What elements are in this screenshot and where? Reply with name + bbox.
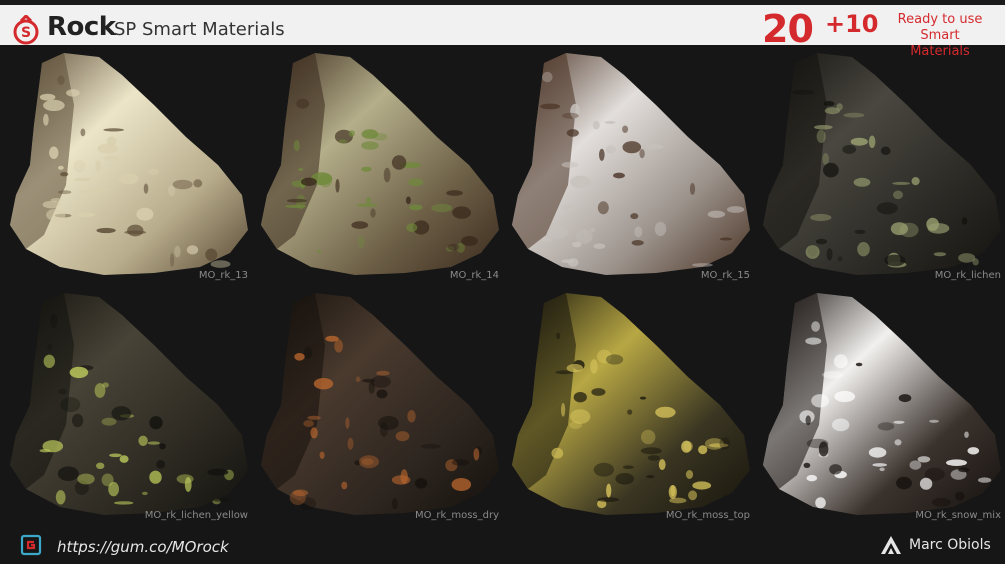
material-label: MO_rk_lichen_yellow — [144, 510, 248, 521]
material-label: MO_rk_moss_top — [665, 510, 750, 521]
rock-logo-icon: S — [13, 15, 39, 45]
material-label: MO_rk_15 — [700, 270, 750, 281]
product-link[interactable]: https://gum.co/MOrock — [57, 538, 229, 556]
material-tile: MO_rk_snow_mix — [757, 285, 1005, 525]
material-grid: MO_rk_13 MO_rk_14 MO_rk_15 MO_rk_lichen MO_r… — [0, 45, 1005, 525]
material-label: MO_rk_13 — [198, 270, 248, 281]
material-tile: MO_rk_moss_dry — [255, 285, 503, 525]
material-label: MO_rk_snow_mix — [915, 510, 1001, 521]
gumroad-icon[interactable] — [20, 534, 42, 556]
rock-preview-image — [261, 53, 499, 275]
material-tile: MO_rk_13 — [4, 45, 252, 285]
rock-preview-image — [512, 53, 750, 275]
rock-preview-image — [10, 53, 248, 275]
material-tile: MO_rk_14 — [255, 45, 503, 285]
rock-preview-image — [10, 293, 248, 515]
author-logo-icon — [881, 536, 901, 554]
brand-title: Rock — [47, 12, 116, 42]
material-tile: MO_rk_lichen_yellow — [4, 285, 252, 525]
material-label: MO_rk_lichen — [934, 270, 1001, 281]
rock-preview-image — [763, 53, 1001, 275]
rock-preview-image — [261, 293, 499, 515]
material-label: MO_rk_14 — [449, 270, 499, 281]
rock-preview-image — [763, 293, 1001, 515]
material-tile: MO_rk_15 — [506, 45, 754, 285]
product-subtitle: SP Smart Materials — [114, 19, 285, 40]
material-label: MO_rk_moss_dry — [414, 510, 499, 521]
material-tile: MO_rk_lichen — [757, 45, 1005, 285]
author-name: Marc Obiols — [909, 537, 991, 553]
ready-line-1: Ready to use — [897, 12, 983, 27]
material-count-extra: +10 — [825, 10, 879, 38]
material-tile: MO_rk_moss_top — [506, 285, 754, 525]
svg-text:S: S — [21, 25, 31, 41]
rock-preview-image — [512, 293, 750, 515]
header-bar: S Rock SP Smart Materials 20 +10 Ready t… — [0, 5, 1005, 59]
